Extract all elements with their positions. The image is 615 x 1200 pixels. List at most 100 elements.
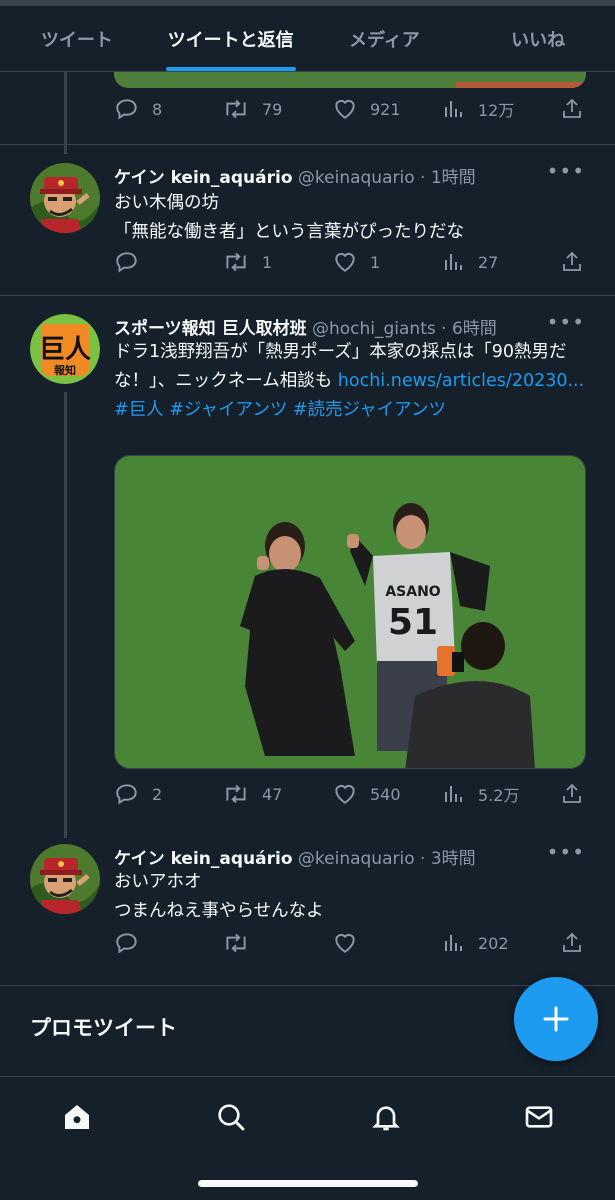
more-icon[interactable]: ••• (547, 840, 585, 864)
tweet-time[interactable]: · 1時間 (420, 168, 476, 188)
tweet-header: ケイン kein_aquário @keinaquario · 3時間 (114, 844, 476, 869)
tweet-line: つまんねえ事やらせんなよ (114, 901, 324, 921)
views-button[interactable]: 27 (442, 249, 498, 275)
tweet-photo[interactable]: ASANO 51 (114, 455, 586, 769)
reply-button[interactable] (114, 930, 152, 956)
avatar[interactable]: 巨人 報知 (30, 314, 100, 384)
views-count: 27 (478, 252, 499, 272)
home-indicator (198, 1180, 418, 1187)
reply-button[interactable]: 8 (114, 96, 162, 122)
nav-notifications[interactable] (366, 1097, 406, 1137)
profile-tabs: ツイート ツイートと返信 メディア いいね (0, 6, 615, 72)
reply-button[interactable]: 2 (114, 781, 162, 807)
reply-icon (116, 784, 137, 805)
thread-line (64, 72, 67, 154)
like-button[interactable]: 540 (332, 781, 401, 807)
views-icon (445, 935, 462, 951)
user-handle[interactable]: @keinaquario (298, 168, 415, 188)
tweet-actions: 1 1 27 (114, 249, 594, 279)
tweet-time[interactable]: · 6時間 (441, 319, 497, 339)
like-count: 1 (370, 252, 381, 272)
tab-likes[interactable]: いいね (461, 6, 615, 71)
avatar-logo-text: 巨人 (39, 335, 91, 365)
thread-line (64, 392, 67, 838)
mail-icon (525, 1106, 553, 1128)
like-button[interactable]: 921 (332, 96, 401, 122)
tweet-text: おい木偶の坊 「無能な働き者」という言葉がぴったりだな (114, 189, 594, 247)
share-button[interactable] (560, 249, 596, 275)
display-name[interactable]: ケイン kein_aquário (114, 849, 293, 869)
tweet-time[interactable]: · 3時間 (420, 849, 476, 869)
bell-icon (372, 1106, 400, 1131)
jersey-number: 51 (388, 602, 438, 643)
retweet-button[interactable]: 47 (222, 781, 282, 807)
share-icon (563, 932, 581, 952)
nav-search[interactable] (211, 1097, 251, 1137)
plus-icon (543, 1006, 569, 1032)
retweet-button[interactable]: 1 (222, 249, 272, 275)
views-count: 5.2万 (478, 786, 520, 805)
like-button[interactable] (332, 930, 370, 956)
tweet-header: スポーツ報知 巨人取材班 @hochi_giants · 6時間 (114, 314, 497, 339)
tweet-header: ケイン kein_aquário @keinaquario · 1時間 (114, 163, 476, 188)
share-icon (563, 783, 581, 803)
tweet-line: 「無能な働き者」という言葉がぴったりだな (114, 222, 464, 242)
like-count: 921 (370, 99, 401, 119)
reply-count: 8 (152, 99, 163, 119)
more-icon[interactable]: ••• (547, 310, 585, 334)
views-icon (445, 254, 462, 270)
divider (0, 295, 615, 296)
like-icon (335, 252, 355, 272)
share-icon (563, 98, 581, 118)
avatar[interactable] (30, 844, 100, 914)
like-icon (335, 933, 355, 953)
like-icon (335, 784, 355, 804)
retweet-icon (226, 99, 246, 119)
views-button[interactable]: 202 (442, 930, 509, 956)
views-icon (445, 101, 462, 117)
divider (0, 144, 615, 145)
tweet-hashtags[interactable]: #巨人 #ジャイアンツ #読売ジャイアンツ (114, 400, 446, 420)
reply-count: 2 (152, 784, 163, 804)
tweet-link[interactable]: hochi.news/articles/20230... (338, 371, 584, 391)
user-handle[interactable]: @keinaquario (298, 849, 415, 869)
display-name[interactable]: ケイン kein_aquário (114, 168, 293, 188)
reply-icon (116, 933, 137, 954)
like-count: 540 (370, 784, 401, 804)
reply-button[interactable] (114, 249, 152, 275)
retweet-button[interactable] (222, 930, 262, 956)
views-button[interactable]: 5.2万 (442, 781, 519, 807)
search-icon (218, 1104, 245, 1131)
nav-home[interactable] (57, 1097, 97, 1137)
tweet-line: おいアホオ (114, 872, 202, 892)
share-button[interactable] (560, 96, 596, 122)
avatar[interactable] (30, 163, 100, 233)
compose-button[interactable] (514, 977, 598, 1061)
tweet-media-clipped[interactable] (114, 72, 586, 88)
nav-messages[interactable] (519, 1097, 559, 1137)
tweet-actions: 8 79 921 12万 (114, 96, 594, 126)
tab-tweets[interactable]: ツイート (0, 6, 154, 71)
retweet-button[interactable]: 79 (222, 96, 282, 122)
promoted-tweets-heading: プロモツイート (30, 1016, 177, 1040)
share-icon (563, 251, 581, 271)
tab-label: ツイート (40, 29, 113, 51)
user-handle[interactable]: @hochi_giants (312, 319, 436, 339)
share-button[interactable] (560, 781, 596, 807)
display-name[interactable]: スポーツ報知 巨人取材班 (114, 319, 307, 339)
more-icon[interactable]: ••• (547, 159, 585, 183)
tweet-text: ドラ1浅野翔吾が「熱男ポーズ」本家の採点は「90熱男だな！」、ニックネーム相談も… (114, 338, 594, 425)
tweet-line: おい木偶の坊 (114, 193, 219, 213)
share-button[interactable] (560, 930, 596, 956)
tab-label: いいね (511, 29, 566, 51)
retweet-icon (226, 784, 246, 804)
tab-label: メディア (349, 29, 420, 51)
tweet-actions: 2 47 540 5.2万 (114, 781, 594, 811)
active-tab-indicator (165, 67, 296, 71)
views-button[interactable]: 12万 (442, 96, 514, 122)
divider (0, 985, 615, 986)
tab-media[interactable]: メディア (308, 6, 462, 71)
tab-tweets-and-replies[interactable]: ツイートと返信 (154, 6, 308, 71)
like-button[interactable]: 1 (332, 249, 380, 275)
avatar-logo-subtext: 報知 (54, 363, 76, 377)
